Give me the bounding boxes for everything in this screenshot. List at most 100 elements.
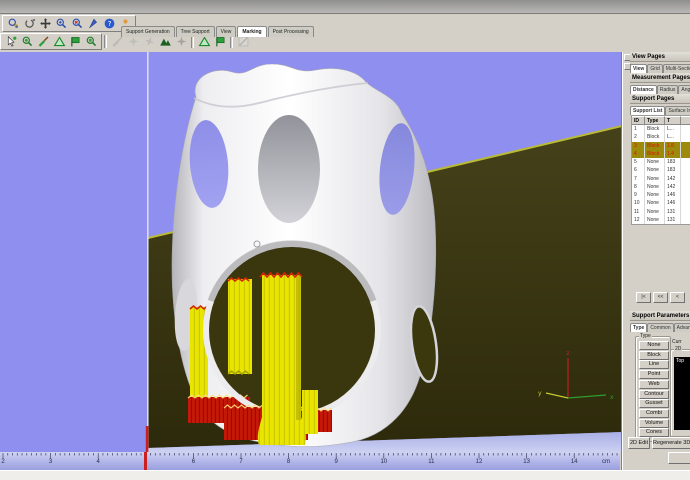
type-button-web[interactable]: Web [639,379,669,389]
ruler-number: 13 [523,459,530,465]
mark-brush-icon[interactable] [35,34,51,49]
table-row[interactable]: 7 None 142 [632,174,690,183]
type-button-contour[interactable]: Contour [639,389,669,399]
column-header[interactable] [681,116,690,125]
type-button-none[interactable]: None [639,341,669,350]
table-cell [681,166,690,174]
table-cell: None [645,199,665,208]
table-row[interactable]: 5 None 183 [632,158,690,167]
type-button-block[interactable]: Block [639,350,669,360]
support-parameters-tabs: TypeCommonAdvanced [630,321,690,332]
table-cell [681,199,690,207]
table-cell [681,208,690,216]
table-row[interactable]: 1 Block L... [632,125,690,134]
table-row[interactable]: 8 None 142 [632,182,690,191]
title-bar [0,0,690,14]
panel-tab-surface-info[interactable]: Surface Info [665,106,690,115]
support-list-table[interactable]: ID Type T 1 Block L... 2 Block L... 3 Block 1.8 4 Blo… [631,115,690,225]
table-cell: Block [645,133,665,142]
pager-button[interactable]: < [670,292,685,303]
panel-tab-view[interactable]: View [630,64,648,73]
type-group-label: Type [639,333,652,339]
table-cell [681,142,690,150]
mark-flag-icon[interactable] [67,34,83,49]
table-cell: 9 [632,191,645,200]
column-header[interactable]: Type [645,116,665,125]
table-row[interactable]: 11 None 131 [632,207,690,216]
ruler-number: 4 [96,459,100,465]
zoom-window-icon[interactable] [5,16,21,31]
type-button-volume[interactable]: Volume [639,418,669,428]
table-row[interactable]: 6 None 183 [632,166,690,175]
view-pages-tabs: ViewGridMulti-Section [630,62,690,73]
table-cell: 7 [632,174,645,183]
pointer-dart-icon[interactable] [85,16,101,31]
table-cell: None [645,158,665,167]
rotate-icon[interactable] [21,16,37,31]
ruler-number: 7 [239,459,243,465]
ruler-number: 3 [48,459,53,465]
edit-2d-button[interactable]: 2D Edit [628,437,650,449]
table-cell [681,133,690,141]
table-cell: None [645,182,665,191]
table-row[interactable]: 12 None 131 [632,215,690,224]
tab-view[interactable]: View [215,26,237,37]
zoom-out-icon[interactable] [69,16,85,31]
mark-zoom-icon[interactable] [19,34,35,49]
support-2d-preview[interactable]: Top [674,357,690,430]
table-row[interactable]: 2 Block L... [632,133,690,142]
panel-tab-multi-section[interactable]: Multi-Section [662,64,690,73]
axis-y-label: y [538,390,542,397]
right-panel: View Pages ViewGridMulti-Section Measure… [622,52,690,470]
help-icon[interactable]: ? [101,16,117,31]
type-button-gusset[interactable]: Gusset [639,399,669,409]
tab-support-generation[interactable]: Support Generation [121,26,175,37]
table-cell: 146 [665,191,681,200]
panel-tab-support-list[interactable]: Support List [630,106,666,115]
table-row[interactable]: 10 None 146 [632,199,690,208]
ruler-unit-label: cm [602,459,610,465]
regenerate-3d-button[interactable]: Regenerate 3D [652,437,690,449]
column-header[interactable]: T [665,116,681,125]
panel-tab-radius[interactable]: Radius [656,85,679,94]
tab-post-processing[interactable]: Post Processing [267,26,314,37]
slice-marker-ruler[interactable] [144,452,148,471]
partial-button[interactable] [668,452,690,464]
zoom-in-icon[interactable] [53,16,69,31]
table-row[interactable]: 9 None 146 [632,191,690,200]
table-cell: 11 [632,207,645,216]
measurement-pages-header: Measurement Pages [630,73,690,83]
type-button-line[interactable]: Line [639,360,669,370]
table-row[interactable]: 4 Block 1.4 [632,149,690,158]
column-header[interactable]: ID [632,116,645,125]
viewport-3d[interactable]: z x y [0,52,622,452]
panel-tab-common[interactable]: Common [647,323,674,332]
support-list-pager: |< << < [636,292,687,303]
type-button-cones[interactable]: Cones [639,428,669,438]
pan-icon[interactable] [37,16,53,31]
mark-region-icon[interactable] [83,34,99,49]
type-button-point[interactable]: Point [639,370,669,380]
support-parameters-header: Support Parameters Pages [630,311,690,321]
pager-button[interactable]: |< [636,292,651,303]
table-cell: 131 [665,207,681,216]
panel-tab-distance[interactable]: Distance [630,85,657,94]
preview-view-label: Top [676,358,685,364]
support-pages-tabs: Support ListSurface Info [630,104,690,115]
table-cell: 1 [632,125,645,134]
table-cell [681,150,690,158]
panel-tab-grid[interactable]: Grid [647,64,663,73]
mark-triangle-icon[interactable] [51,34,67,49]
table-cell [681,183,690,191]
panel-tab-type[interactable]: Type [630,323,648,332]
ruler-number: 2 [1,459,5,465]
type-button-combi[interactable]: Combi [639,408,669,418]
table-row[interactable]: 3 Block 1.8 [632,141,690,150]
tab-tree-support[interactable]: Tree Support [175,26,215,37]
pager-button[interactable]: << [653,292,668,303]
panel-tab-advanced[interactable]: Advanced [673,323,690,332]
tab-marking[interactable]: Marking [237,26,267,37]
table-cell: None [645,215,665,224]
panel-tab-angle[interactable]: Angle [678,85,690,94]
mark-cursor-icon[interactable] [3,34,19,49]
